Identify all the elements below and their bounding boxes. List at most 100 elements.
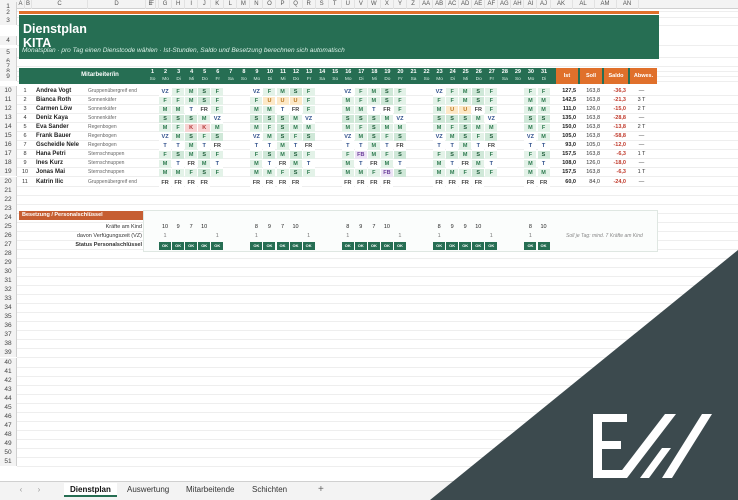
shift-cell[interactable]: F bbox=[433, 151, 446, 160]
row-header-48[interactable]: 48 bbox=[0, 429, 17, 439]
column-header-af[interactable]: AF bbox=[485, 0, 499, 9]
shift-cell[interactable]: M bbox=[211, 124, 224, 133]
shift-cell[interactable]: F bbox=[485, 88, 498, 96]
shift-cell[interactable]: T bbox=[172, 160, 185, 169]
shift-cell[interactable]: FR bbox=[524, 178, 537, 187]
shift-cell[interactable]: S bbox=[341, 115, 354, 124]
column-header-r[interactable]: R bbox=[303, 0, 316, 9]
shift-cell[interactable]: M bbox=[172, 133, 185, 142]
row-header-34[interactable]: 34 bbox=[0, 303, 17, 313]
shift-cell[interactable]: S bbox=[446, 151, 459, 160]
shift-cell[interactable]: VZ bbox=[211, 115, 224, 124]
shift-cell[interactable]: M bbox=[263, 133, 276, 142]
shift-cell[interactable]: F bbox=[354, 88, 367, 96]
column-header-v[interactable]: V bbox=[355, 0, 368, 9]
shift-cell[interactable]: S bbox=[537, 151, 550, 160]
shift-cell[interactable]: M bbox=[341, 169, 354, 178]
shift-cell[interactable]: VZ bbox=[433, 133, 446, 142]
shift-cell[interactable]: FR bbox=[289, 178, 302, 187]
shift-cell[interactable]: T bbox=[172, 142, 185, 151]
row-header-20[interactable]: 20 bbox=[0, 176, 17, 186]
shift-cell[interactable]: T bbox=[263, 142, 276, 151]
tab-dienstplan[interactable]: Dienstplan bbox=[64, 483, 117, 497]
shift-cell[interactable]: M bbox=[159, 169, 172, 178]
shift-cell[interactable]: M bbox=[159, 124, 172, 133]
column-header-n[interactable]: N bbox=[250, 0, 264, 9]
shift-cell[interactable]: S bbox=[172, 151, 185, 160]
shift-cell[interactable]: T bbox=[302, 160, 315, 169]
employee-name[interactable]: Frank Bauer bbox=[36, 133, 71, 139]
tab-auswertung[interactable]: Auswertung bbox=[121, 483, 175, 497]
tab-mitarbeitende[interactable]: Mitarbeitende bbox=[180, 483, 240, 497]
shift-cell[interactable]: M bbox=[446, 169, 459, 178]
shift-cell[interactable]: M bbox=[524, 97, 537, 106]
row-header-4[interactable]: 4 bbox=[0, 36, 17, 45]
shift-cell[interactable]: S bbox=[472, 97, 485, 106]
shift-cell[interactable]: M bbox=[472, 160, 485, 169]
shift-cell[interactable]: S bbox=[380, 97, 393, 106]
shift-cell[interactable]: S bbox=[446, 115, 459, 124]
shift-cell[interactable]: U bbox=[289, 97, 302, 106]
shift-cell[interactable]: S bbox=[485, 133, 498, 142]
shift-cell[interactable]: F bbox=[367, 169, 380, 178]
shift-cell[interactable]: M bbox=[367, 97, 380, 106]
shift-cell[interactable]: S bbox=[367, 115, 380, 124]
shift-cell[interactable]: F bbox=[485, 169, 498, 178]
row-header-25[interactable]: 25 bbox=[0, 221, 17, 231]
add-sheet-button[interactable]: + bbox=[312, 483, 330, 497]
column-header-aa[interactable]: AA bbox=[420, 0, 434, 9]
shift-cell[interactable]: FB bbox=[380, 169, 393, 178]
shift-cell[interactable]: F bbox=[485, 97, 498, 106]
row-header-10[interactable]: 10 bbox=[0, 86, 17, 95]
employee-name[interactable]: Katrin Ilic bbox=[36, 179, 63, 185]
column-header-z[interactable]: Z bbox=[407, 0, 421, 9]
shift-cell[interactable]: FR bbox=[159, 178, 172, 187]
shift-cell[interactable]: F bbox=[393, 97, 406, 106]
shift-cell[interactable]: S bbox=[433, 115, 446, 124]
shift-cell[interactable]: T bbox=[380, 142, 393, 151]
shift-cell[interactable]: FR bbox=[485, 142, 498, 151]
shift-cell[interactable]: U bbox=[276, 97, 289, 106]
employee-name[interactable]: Andrea Vogt bbox=[36, 88, 71, 94]
shift-cell[interactable]: S bbox=[198, 169, 211, 178]
column-header-ag[interactable]: AG bbox=[498, 0, 512, 9]
shift-cell[interactable]: FR bbox=[289, 106, 302, 115]
row-header-17[interactable]: 17 bbox=[0, 149, 17, 159]
shift-cell[interactable]: FR bbox=[302, 142, 315, 151]
shift-cell[interactable]: M bbox=[537, 169, 550, 178]
column-header-f[interactable]: F bbox=[146, 0, 160, 9]
shift-cell[interactable]: F bbox=[289, 133, 302, 142]
column-header-y[interactable]: Y bbox=[394, 0, 407, 9]
column-header-l[interactable]: L bbox=[224, 0, 238, 9]
shift-cell[interactable]: M bbox=[433, 106, 446, 115]
shift-cell[interactable]: M bbox=[537, 97, 550, 106]
shift-cell[interactable]: F bbox=[302, 88, 315, 96]
employee-name[interactable]: Jonas Mai bbox=[36, 169, 65, 175]
shift-cell[interactable]: M bbox=[172, 106, 185, 115]
shift-cell[interactable]: FR bbox=[185, 178, 198, 187]
shift-cell[interactable]: S bbox=[250, 115, 263, 124]
shift-cell[interactable]: S bbox=[263, 115, 276, 124]
shift-cell[interactable]: F bbox=[446, 97, 459, 106]
shift-cell[interactable]: M bbox=[289, 115, 302, 124]
shift-cell[interactable]: F bbox=[263, 124, 276, 133]
shift-cell[interactable]: S bbox=[367, 124, 380, 133]
employee-name[interactable]: Gscheidle Nele bbox=[36, 142, 79, 148]
row-header-43[interactable]: 43 bbox=[0, 384, 17, 394]
row-header-27[interactable]: 27 bbox=[0, 239, 17, 249]
shift-cell[interactable]: FR bbox=[172, 178, 185, 187]
shift-cell[interactable]: M bbox=[198, 115, 211, 124]
shift-cell[interactable]: M bbox=[276, 142, 289, 151]
row-header-26[interactable]: 26 bbox=[0, 230, 17, 240]
row-header-18[interactable]: 18 bbox=[0, 158, 17, 168]
shift-cell[interactable]: F bbox=[524, 88, 537, 96]
shift-cell[interactable]: FR bbox=[185, 160, 198, 169]
employee-name[interactable]: Ines Kurz bbox=[36, 160, 63, 166]
employee-name[interactable]: Bianca Roth bbox=[36, 97, 71, 103]
shift-cell[interactable]: S bbox=[289, 169, 302, 178]
shift-cell[interactable]: F bbox=[380, 133, 393, 142]
row-header-13[interactable]: 13 bbox=[0, 113, 17, 123]
shift-cell[interactable]: M bbox=[485, 124, 498, 133]
shift-cell[interactable]: M bbox=[341, 97, 354, 106]
shift-cell[interactable]: T bbox=[289, 142, 302, 151]
